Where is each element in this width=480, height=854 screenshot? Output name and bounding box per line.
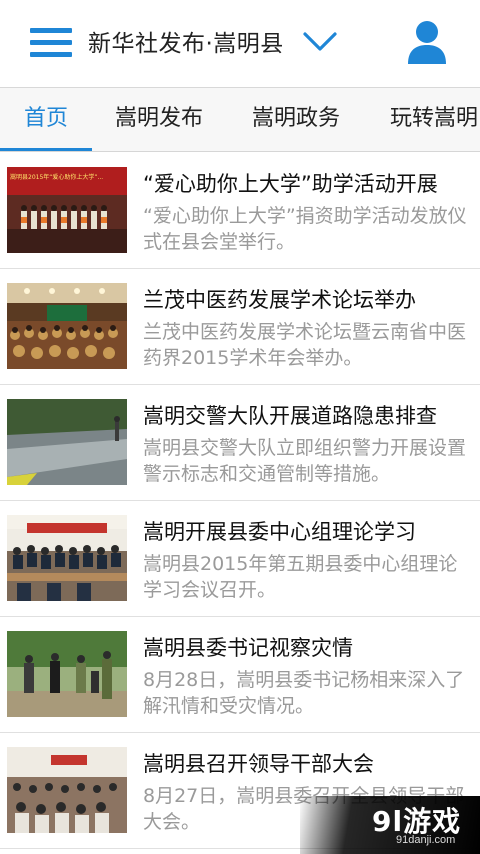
news-item[interactable]: 嵩明开展县委中心组理论学习 嵩明县2015年第五期县委中心组理论学习会议召开。 (0, 501, 480, 617)
news-thumbnail (7, 747, 127, 833)
news-summary: 8月28日，嵩明县委书记杨相来深入了解汛情和受灾情况。 (143, 669, 465, 717)
news-title: 兰茂中医药发展学术论坛举办 (143, 288, 416, 312)
news-title: 嵩明交警大队开展道路隐患排查 (143, 404, 437, 428)
news-title: 嵩明县委书记视察灾情 (143, 636, 353, 660)
news-summary: 嵩明县2015年第五期县委中心组理论学习会议召开。 (143, 553, 458, 601)
active-tab-indicator (0, 148, 92, 151)
app-header: 新华社发布·嵩明县 (0, 0, 480, 88)
news-item[interactable]: 兰茂中医药发展学术论坛举办 兰茂中医药发展学术论坛暨云南省中医药界2015学术年… (0, 269, 480, 385)
category-tabs: 首页 嵩明发布 嵩明政务 玩转嵩明 (0, 88, 480, 152)
menu-icon[interactable] (30, 28, 72, 58)
chevron-down-icon[interactable] (302, 30, 338, 54)
news-item[interactable]: 嵩明县2015年“爱心助你上大学”... “爱心助你上大学”助学活动开展 “爱心… (0, 153, 480, 269)
user-icon[interactable] (406, 20, 448, 64)
news-thumbnail: 嵩明县2015年“爱心助你上大学”... (7, 167, 127, 253)
news-summary: 兰茂中医药发展学术论坛暨云南省中医药界2015学术年会举办。 (143, 321, 467, 369)
news-thumbnail (7, 399, 127, 485)
watermark-url: 91danji.com (396, 834, 456, 846)
news-title: 嵩明县召开领导干部大会 (143, 752, 374, 776)
news-thumbnail (7, 631, 127, 717)
news-summary: “爱心助你上大学”捐资助学活动发放仪式在县会堂举行。 (143, 205, 467, 253)
tab-explore-songming[interactable]: 玩转嵩明 (390, 88, 478, 151)
news-title: 嵩明开展县委中心组理论学习 (143, 520, 416, 544)
news-summary: 嵩明县交警大队立即组织警力开展设置警示标志和交通管制等措施。 (143, 437, 467, 485)
tab-home[interactable]: 首页 (24, 88, 68, 151)
site-watermark: 9l游戏 91danji.com (300, 796, 480, 854)
news-title: “爱心助你上大学”助学活动开展 (143, 172, 438, 196)
news-item[interactable]: 嵩明县委书记视察灾情 8月28日，嵩明县委书记杨相来深入了解汛情和受灾情况。 (0, 617, 480, 733)
news-list: 嵩明县2015年“爱心助你上大学”... “爱心助你上大学”助学活动开展 “爱心… (0, 153, 480, 849)
thumbnail-banner-text: 嵩明县2015年“爱心助你上大学”... (10, 173, 103, 181)
news-thumbnail (7, 283, 127, 369)
news-thumbnail (7, 515, 127, 601)
news-item[interactable]: 嵩明交警大队开展道路隐患排查 嵩明县交警大队立即组织警力开展设置警示标志和交通管… (0, 385, 480, 501)
tab-songming-release[interactable]: 嵩明发布 (115, 88, 203, 151)
app-title: 新华社发布·嵩明县 (88, 31, 284, 57)
tab-songming-government[interactable]: 嵩明政务 (252, 88, 340, 151)
